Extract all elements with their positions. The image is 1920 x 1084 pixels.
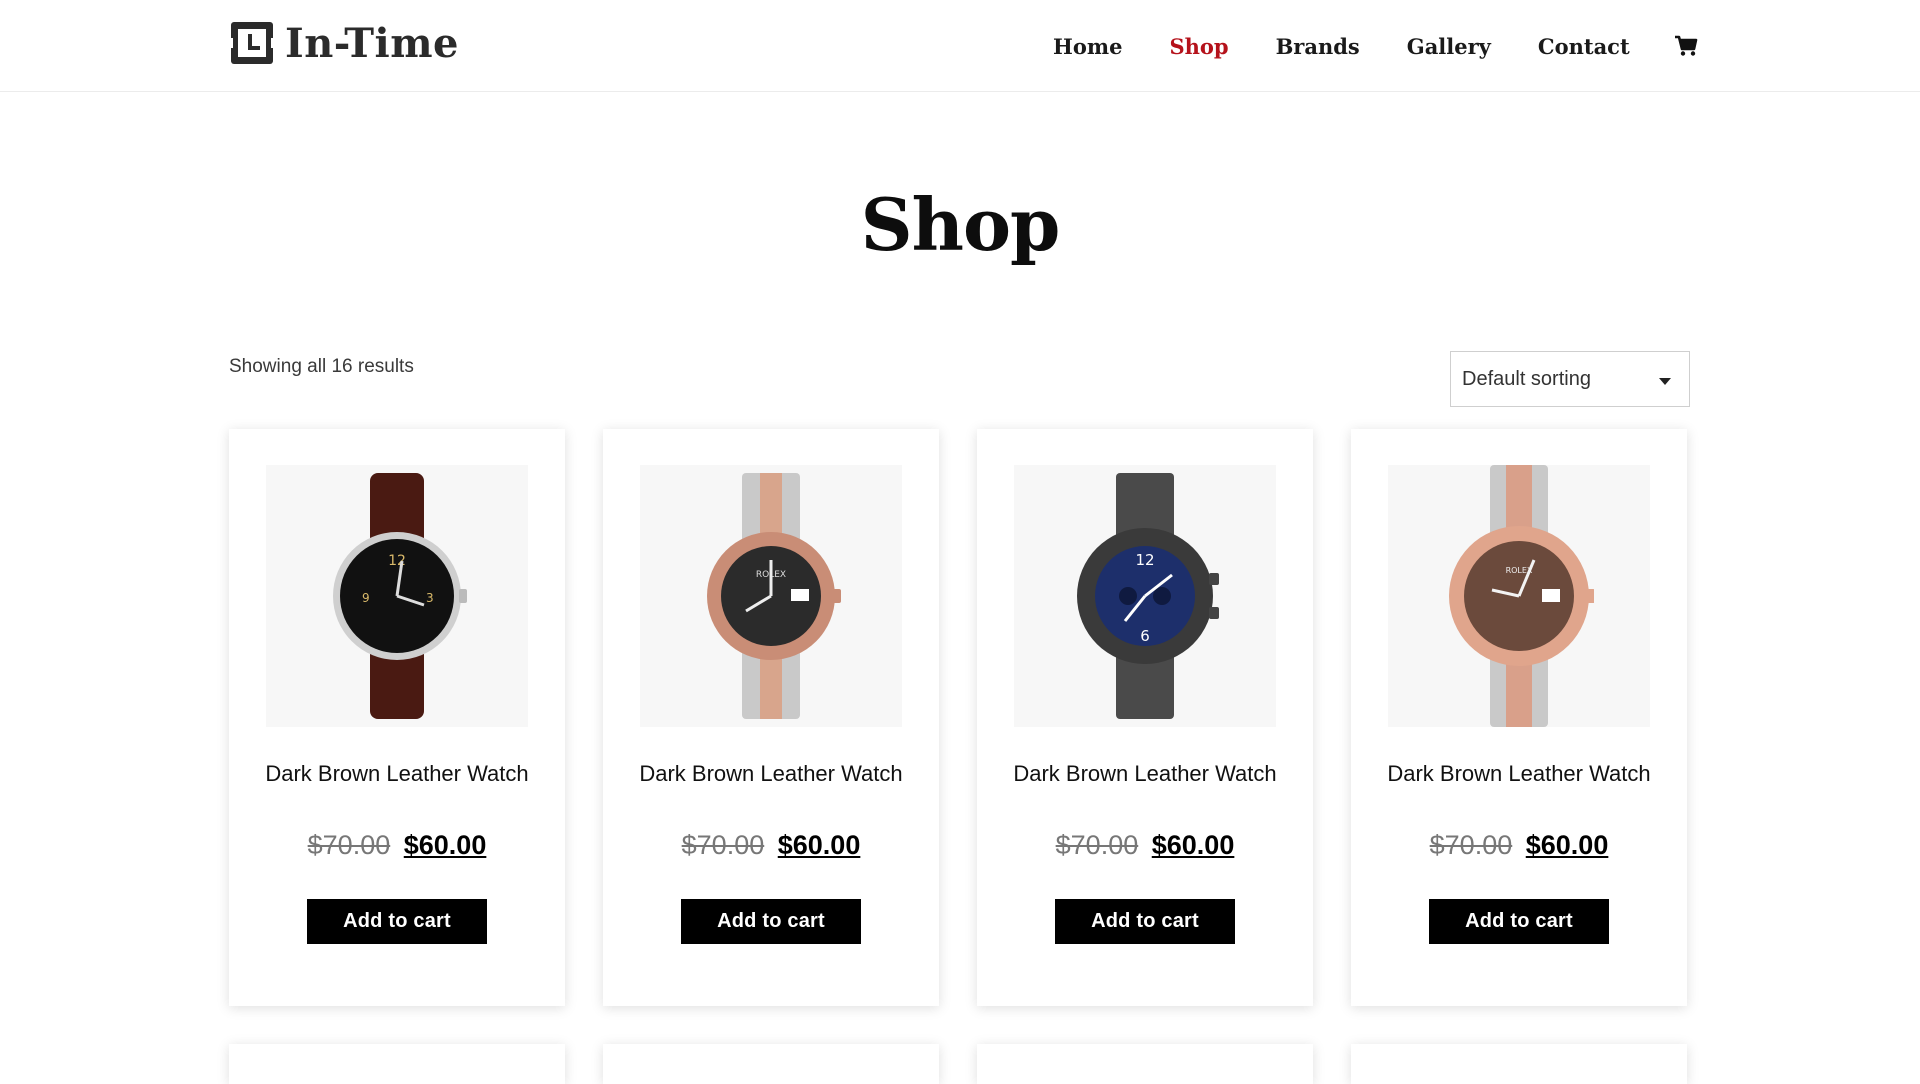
- caret-down-icon: [1659, 378, 1671, 385]
- product-image[interactable]: ROLEX: [640, 465, 902, 727]
- old-price: $70.00: [1055, 830, 1139, 860]
- svg-text:3: 3: [426, 591, 434, 605]
- product-card-next-row[interactable]: [229, 1044, 565, 1084]
- result-count: Showing all 16 results: [229, 356, 414, 377]
- nav-gallery[interactable]: Gallery: [1407, 34, 1491, 59]
- page-title: Shop: [860, 182, 1061, 267]
- product-name[interactable]: Dark Brown Leather Watch: [623, 758, 919, 789]
- add-to-cart-button[interactable]: Add to cart: [681, 899, 861, 944]
- svg-text:12: 12: [1135, 551, 1154, 569]
- sale-price: $60.00: [777, 830, 861, 860]
- svg-text:12: 12: [388, 553, 406, 569]
- product-card-next-row[interactable]: [603, 1044, 939, 1084]
- product-name[interactable]: Dark Brown Leather Watch: [249, 758, 545, 789]
- site-logo[interactable]: In-Time: [229, 18, 459, 68]
- sort-dropdown[interactable]: Default sorting: [1450, 351, 1690, 407]
- add-to-cart-button[interactable]: Add to cart: [307, 899, 487, 944]
- sort-selected-label: Default sorting: [1462, 367, 1591, 390]
- sale-price: $60.00: [1151, 830, 1235, 860]
- nav-home[interactable]: Home: [1053, 34, 1122, 59]
- old-price: $70.00: [307, 830, 391, 860]
- product-price: $70.00 $60.00: [1351, 830, 1687, 861]
- shopping-cart-icon[interactable]: [1674, 35, 1698, 57]
- product-price: $70.00 $60.00: [977, 830, 1313, 861]
- jubilee-watch-image: ROLEX: [707, 473, 841, 719]
- product-price: $70.00 $60.00: [603, 830, 939, 861]
- leather-watch-image: 12 9 3: [333, 473, 467, 719]
- product-price: $70.00 $60.00: [229, 830, 565, 861]
- product-image[interactable]: 12 6: [1014, 465, 1276, 727]
- svg-text:6: 6: [1140, 627, 1150, 645]
- add-to-cart-button[interactable]: Add to cart: [1429, 899, 1609, 944]
- clock-logo-icon: [229, 22, 275, 64]
- product-image[interactable]: ROLEX: [1388, 465, 1650, 727]
- add-to-cart-button[interactable]: Add to cart: [1055, 899, 1235, 944]
- nav-brands[interactable]: Brands: [1276, 34, 1360, 59]
- product-card[interactable]: ROLEX Dark Brown Leather Watch $70.00 $6…: [603, 429, 939, 1006]
- product-card-next-row[interactable]: [977, 1044, 1313, 1084]
- nav-shop[interactable]: Shop: [1169, 34, 1228, 59]
- product-image[interactable]: 12 9 3: [266, 465, 528, 727]
- old-price: $70.00: [1429, 830, 1513, 860]
- chronograph-watch-image: 12 6: [1077, 473, 1219, 719]
- product-card[interactable]: ROLEX Dark Brown Leather Watch $70.00 $6…: [1351, 429, 1687, 1006]
- nav-contact[interactable]: Contact: [1538, 34, 1630, 59]
- product-card[interactable]: 12 6 Dark Brown Leather Watch $70.00 $60…: [977, 429, 1313, 1006]
- sale-price: $60.00: [403, 830, 487, 860]
- svg-text:9: 9: [362, 591, 370, 605]
- main-nav: Home Shop Brands Gallery Contact: [1053, 28, 1698, 64]
- product-name[interactable]: Dark Brown Leather Watch: [1371, 758, 1667, 789]
- logo-text: In-Time: [285, 19, 460, 67]
- sale-price: $60.00: [1525, 830, 1609, 860]
- product-card[interactable]: 12 9 3 Dark Brown Leather Watch $70.00 $…: [229, 429, 565, 1006]
- product-name[interactable]: Dark Brown Leather Watch: [997, 758, 1293, 789]
- product-card-next-row[interactable]: [1351, 1044, 1687, 1084]
- old-price: $70.00: [681, 830, 765, 860]
- datejust-watch-image: ROLEX: [1449, 465, 1594, 727]
- site-header: In-Time Home Shop Brands Gallery Contact: [0, 0, 1920, 92]
